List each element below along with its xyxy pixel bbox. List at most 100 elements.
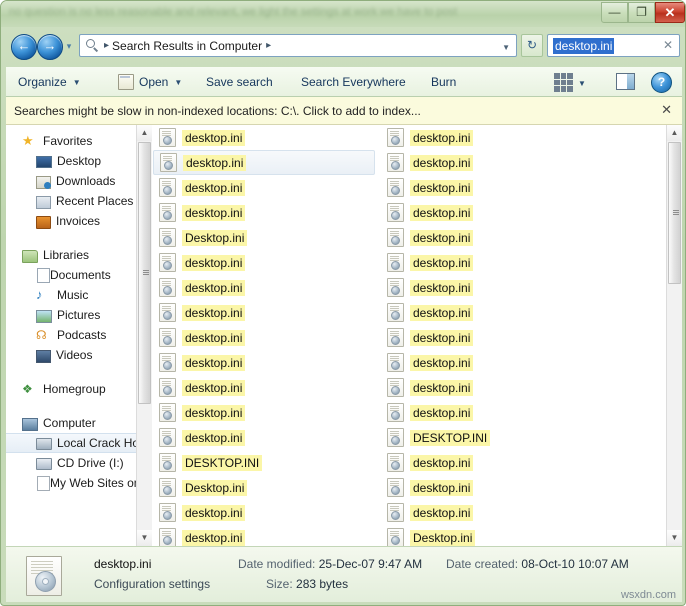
- file-list-item[interactable]: desktop.ini: [381, 175, 609, 200]
- scroll-down-icon[interactable]: ▼: [137, 530, 152, 546]
- file-list-item[interactable]: desktop.ini: [153, 200, 381, 225]
- drive-icon: [36, 438, 52, 450]
- scrollbar-grip-icon: [673, 210, 679, 216]
- file-list-item[interactable]: desktop.ini: [153, 350, 381, 375]
- open-button[interactable]: Open ▼: [118, 67, 182, 97]
- file-list-item[interactable]: desktop.ini: [381, 500, 609, 525]
- sidebar-item-local-disk[interactable]: Local Crack Hou: [6, 433, 152, 453]
- file-list-item[interactable]: desktop.ini: [381, 325, 609, 350]
- sidebar-item-invoices[interactable]: Invoices: [6, 211, 152, 231]
- scrollbar-grip-icon: [143, 270, 149, 276]
- file-list-item[interactable]: desktop.ini: [381, 350, 609, 375]
- index-notification-bar[interactable]: Searches might be slow in non-indexed lo…: [6, 97, 682, 125]
- file-list-item[interactable]: desktop.ini: [153, 375, 381, 400]
- close-button[interactable]: ✕: [655, 2, 685, 23]
- address-bar[interactable]: ▸ Search Results in Computer ▸ ▼: [79, 34, 517, 57]
- recent-pages-button[interactable]: ▾: [63, 42, 75, 52]
- search-everywhere-button[interactable]: Search Everywhere: [301, 67, 406, 97]
- ini-file-icon: [159, 503, 176, 522]
- scrollbar-thumb[interactable]: [138, 142, 151, 404]
- file-list-item[interactable]: desktop.ini: [381, 250, 609, 275]
- sidebar-item-libraries[interactable]: Libraries: [6, 245, 152, 265]
- file-list-item[interactable]: desktop.ini: [381, 200, 609, 225]
- sidebar-item-desktop[interactable]: Desktop: [6, 151, 152, 171]
- file-list-item[interactable]: desktop.ini: [381, 300, 609, 325]
- file-list-item[interactable]: desktop.ini: [381, 450, 609, 475]
- file-name-label: desktop.ini: [410, 479, 474, 496]
- file-list-item[interactable]: desktop.ini: [381, 375, 609, 400]
- navigation-pane-scrollbar[interactable]: ▲ ▼: [136, 125, 152, 546]
- scroll-up-icon[interactable]: ▲: [667, 125, 682, 141]
- ini-file-icon: [159, 328, 176, 347]
- file-name-label: desktop.ini: [182, 504, 246, 521]
- sidebar-item-pictures[interactable]: Pictures: [6, 305, 152, 325]
- forward-button[interactable]: →: [37, 34, 63, 60]
- file-list-item[interactable]: DESKTOP.INI: [153, 450, 381, 475]
- change-view-dropdown-icon[interactable]: ▼: [578, 79, 586, 88]
- file-list-item[interactable]: desktop.ini: [153, 425, 381, 450]
- file-list-item[interactable]: Desktop.ini: [381, 525, 609, 546]
- sidebar-item-podcasts[interactable]: ☊ Podcasts: [6, 325, 152, 345]
- save-search-button[interactable]: Save search: [206, 67, 273, 97]
- file-list-item[interactable]: desktop.ini: [153, 125, 381, 150]
- change-view-icon[interactable]: [554, 73, 573, 92]
- file-list-item[interactable]: desktop.ini: [153, 400, 381, 425]
- ini-file-icon: [387, 528, 404, 546]
- clear-search-icon[interactable]: ✕: [663, 38, 673, 52]
- burn-button[interactable]: Burn: [431, 67, 456, 97]
- file-list-item[interactable]: desktop.ini: [153, 250, 381, 275]
- file-list-item[interactable]: desktop.ini: [381, 275, 609, 300]
- help-icon[interactable]: ?: [651, 72, 672, 93]
- scroll-down-icon[interactable]: ▼: [667, 530, 682, 546]
- organize-button[interactable]: Organize ▼: [18, 67, 81, 97]
- sidebar-item-label: Documents: [50, 268, 111, 282]
- details-size-label: Size:: [266, 577, 293, 591]
- sidebar-item-my-web-sites[interactable]: My Web Sites on: [6, 473, 152, 493]
- show-preview-pane-icon[interactable]: [616, 73, 635, 90]
- sidebar-item-documents[interactable]: Documents: [6, 265, 152, 285]
- file-list-item[interactable]: desktop.ini: [381, 125, 609, 150]
- file-name-label: desktop.ini: [410, 304, 474, 321]
- file-list-item[interactable]: desktop.ini: [153, 275, 381, 300]
- file-list-scrollbar[interactable]: ▲ ▼: [666, 125, 682, 546]
- scroll-up-icon[interactable]: ▲: [137, 125, 152, 141]
- file-list-item[interactable]: desktop.ini: [153, 175, 381, 200]
- file-list-item[interactable]: desktop.ini: [381, 150, 609, 175]
- file-list-item[interactable]: DESKTOP.INI: [381, 425, 609, 450]
- address-dropdown-icon[interactable]: ▼: [502, 43, 510, 52]
- breadcrumb-separator-trailing[interactable]: ▸: [266, 40, 271, 51]
- refresh-button[interactable]: ↻: [521, 34, 543, 57]
- details-size-value: 283 bytes: [296, 577, 349, 591]
- save-search-label: Save search: [206, 75, 273, 89]
- ini-file-icon: [159, 528, 176, 546]
- search-box[interactable]: desktop.ini ✕: [547, 34, 680, 57]
- sidebar-item-recent-places[interactable]: Recent Places: [6, 191, 152, 211]
- file-list-item[interactable]: desktop.ini: [153, 325, 381, 350]
- file-list-item[interactable]: Desktop.ini: [153, 475, 381, 500]
- file-list-view[interactable]: desktop.ini desktop.ini desktop.ini desktop…: [153, 125, 666, 546]
- file-list-item[interactable]: desktop.ini: [381, 400, 609, 425]
- sidebar-item-favorites[interactable]: ★ Favorites: [6, 131, 152, 151]
- file-list-item[interactable]: desktop.ini: [153, 150, 375, 175]
- sidebar-item-downloads[interactable]: Downloads: [6, 171, 152, 191]
- file-list-item[interactable]: desktop.ini: [153, 500, 381, 525]
- sidebar-item-computer[interactable]: Computer: [6, 413, 152, 433]
- sidebar-item-videos[interactable]: Videos: [6, 345, 152, 365]
- sidebar-item-homegroup[interactable]: ❖ Homegroup: [6, 379, 152, 399]
- minimize-button[interactable]: —: [601, 2, 628, 23]
- sidebar-item-music[interactable]: ♪ Music: [6, 285, 152, 305]
- file-list-item[interactable]: Desktop.ini: [153, 225, 381, 250]
- search-input[interactable]: desktop.ini: [553, 37, 615, 54]
- breadcrumb-current-location[interactable]: Search Results in Computer: [112, 39, 262, 53]
- file-list-item[interactable]: desktop.ini: [381, 475, 609, 500]
- star-icon: ★: [22, 133, 34, 148]
- sidebar-item-cd-drive[interactable]: CD Drive (I:): [6, 453, 152, 473]
- breadcrumb-separator-leading: ▸: [104, 40, 110, 51]
- close-icon[interactable]: ✕: [661, 102, 672, 118]
- file-list-item[interactable]: desktop.ini: [153, 300, 381, 325]
- back-button[interactable]: ←: [11, 34, 37, 60]
- maximize-button[interactable]: ❐: [628, 2, 655, 23]
- file-list-item[interactable]: desktop.ini: [381, 225, 609, 250]
- file-list-item[interactable]: desktop.ini: [153, 525, 381, 546]
- scrollbar-thumb[interactable]: [668, 142, 681, 284]
